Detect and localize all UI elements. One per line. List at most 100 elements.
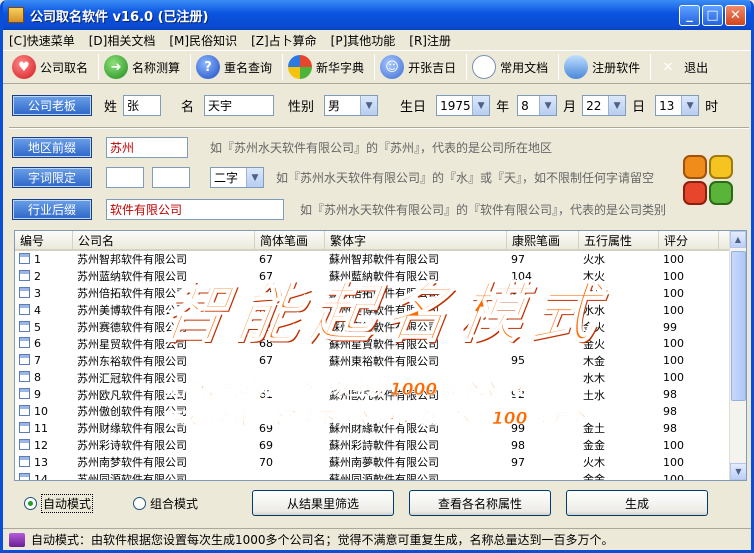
menu-folk[interactable]: [M]民俗知识 (169, 32, 237, 49)
table-row[interactable]: 6 苏州星贸软件有限公司 68 蘇州星貿軟件有限公司 金火 100 (15, 335, 746, 352)
titlebar[interactable]: 公司取名软件 v16.0 (已注册) _ □ ✕ (3, 0, 751, 30)
chevron-down-icon: ▼ (608, 96, 626, 115)
name-input[interactable]: 天宇 (204, 95, 275, 116)
limit-input-1[interactable] (106, 167, 144, 188)
radio-icon (133, 496, 147, 510)
hour-select[interactable]: 13 ▼ (655, 95, 700, 116)
table-row[interactable]: 3 苏州倍拓软件有限公司 67 蘇州倍拓軟件有限公司 93 水火 100 (15, 285, 746, 302)
chevron-down-icon: ▼ (246, 168, 263, 187)
check-attributes-button[interactable]: 查看各名称属性 (409, 490, 552, 516)
generate-button[interactable]: 生成 (566, 490, 709, 516)
heart-icon: ♥ (12, 55, 36, 79)
table-cell: 100 (663, 455, 684, 469)
table-row[interactable]: 5 苏州赛德软件有限公司 71 蘇州賽德軟件有限公司 金火 99 (15, 319, 746, 336)
table-cell: 69 (259, 438, 273, 452)
prefix-button[interactable]: 地区前缀 (12, 137, 92, 158)
table-cell: 苏州欧凡软件有限公司 (77, 388, 187, 402)
table-row[interactable]: 1 苏州智邦软件有限公司 67 蘇州智邦軟件有限公司 97 火水 100 (15, 251, 746, 268)
month-select[interactable]: 8 ▼ (517, 95, 558, 116)
char-count-select[interactable]: 二字 ▼ (210, 167, 264, 188)
prefix-input[interactable]: 苏州 (106, 137, 188, 158)
header-name[interactable]: 公司名 (73, 231, 255, 249)
table-cell: 木金 (583, 354, 605, 368)
table-cell: 69 (259, 303, 273, 317)
gender-select[interactable]: 男 ▼ (324, 95, 379, 116)
header-kangxi-strokes[interactable]: 康熙笔画 (507, 231, 579, 249)
year-select[interactable]: 1975 ▼ (436, 95, 491, 116)
header-score[interactable]: 评分 (659, 231, 719, 249)
table-cell: 水水 (583, 304, 605, 318)
header-id[interactable]: 编号 (15, 231, 73, 249)
tool-exit[interactable]: ✕ 退出 (653, 52, 714, 82)
app-icon (8, 7, 24, 23)
tool-register[interactable]: 注册软件 (561, 52, 646, 82)
tool-documents[interactable]: ≡ 常用文档 (469, 52, 554, 82)
table-cell: 蘇州美博軟件有限公司 (329, 304, 439, 318)
close-button[interactable]: ✕ (725, 4, 746, 26)
table-row[interactable]: 11 苏州财缘软件有限公司 69 蘇州財緣軟件有限公司 99 金土 98 (15, 420, 746, 437)
table-header: 编号 公司名 简体笔画 繁体字 康熙笔画 五行属性 评分 (15, 231, 746, 251)
table-cell: 11 (15, 421, 73, 435)
menu-docs[interactable]: [D]相关文档 (89, 32, 156, 49)
menu-quick[interactable]: [C]快速菜单 (9, 32, 75, 49)
table-cell: 100 (663, 303, 684, 317)
table-row[interactable]: 13 苏州南梦软件有限公司 70 蘇州南夢軟件有限公司 97 火木 100 (15, 454, 746, 471)
chevron-down-icon: ▼ (539, 96, 557, 115)
row-document-icon (19, 354, 30, 366)
suffix-input[interactable]: 软件有限公司 (106, 199, 284, 220)
tool-opening-day[interactable]: ☺ 开张吉日 (377, 52, 462, 82)
day-select[interactable]: 22 ▼ (582, 95, 627, 116)
row-document-icon (19, 303, 30, 315)
header-simplified-strokes[interactable]: 简体笔画 (255, 231, 325, 249)
suffix-button[interactable]: 行业后缀 (12, 199, 92, 220)
table-cell: 蘇州智邦軟件有限公司 (329, 253, 439, 267)
table-cell: 水火 (583, 287, 605, 301)
filter-button[interactable]: 从结果里筛选 (252, 490, 395, 516)
limit-input-2[interactable] (152, 167, 190, 188)
row-document-icon (19, 269, 30, 281)
header-elements[interactable]: 五行属性 (579, 231, 659, 249)
surname-input[interactable]: 张 (123, 95, 162, 116)
table-cell: 67 (259, 252, 273, 266)
suffix-row: 行业后缀 软件有限公司 如『苏州水天软件有限公司』的『软件有限公司』，代表的是公… (12, 199, 666, 220)
table-row[interactable]: 7 苏州东裕软件有限公司 67 蘇州東裕軟件有限公司 95 木金 100 (15, 352, 746, 369)
table-cell: 71 (259, 320, 273, 334)
maximize-button[interactable]: □ (702, 4, 723, 26)
vertical-scrollbar[interactable]: ▲ ▼ (729, 231, 746, 480)
table-row[interactable]: 9 苏州欧凡软件有限公司 61 蘇州歐凡軟件有限公司 92 土水 98 (15, 386, 746, 403)
table-cell: 61 (259, 388, 273, 402)
menu-other[interactable]: [P]其他功能 (331, 32, 396, 49)
prefix-row: 地区前缀 苏州 如『苏州水天软件有限公司』的『苏州』，代表的是公司所在地区 (12, 137, 552, 158)
auto-mode-radio[interactable]: 自动模式 (24, 493, 94, 513)
menu-divination[interactable]: [Z]占卜算命 (251, 32, 317, 49)
table-cell: 苏州财缘软件有限公司 (77, 422, 187, 436)
table-cell: 97 (511, 455, 525, 469)
table-row[interactable]: 14 苏州同源软件有限公司 蘇州同源軟件有限公司 金金 100 (15, 471, 746, 481)
tool-dictionary[interactable]: 新华字典 (285, 52, 370, 82)
boss-button[interactable]: 公司老板 (12, 95, 92, 116)
limit-button[interactable]: 字词限定 (12, 167, 92, 188)
tool-name-test[interactable]: ➜ 名称测算 (101, 52, 186, 82)
row-document-icon (19, 404, 30, 416)
table-row[interactable]: 2 苏州蓝纳软件有限公司 67 蘇州藍納軟件有限公司 104 木火 100 (15, 268, 746, 285)
row-document-icon (19, 320, 30, 332)
office-logo-icon (683, 155, 733, 205)
tool-duplicate-check[interactable]: ? 重名查询 (193, 52, 278, 82)
row-document-icon (19, 438, 30, 450)
table-cell: 100 (663, 472, 684, 481)
combo-mode-radio[interactable]: 组合模式 (133, 495, 198, 512)
scroll-thumb[interactable] (731, 251, 746, 401)
table-row[interactable]: 8 苏州汇冠软件有限公司 水木 100 (15, 369, 746, 386)
table-row[interactable]: 4 苏州美博软件有限公司 69 蘇州美博軟件有限公司 95 水水 100 (15, 302, 746, 319)
register-icon (564, 55, 589, 79)
table-cell: 蘇州賽德軟件有限公司 (329, 321, 439, 334)
tool-company-naming[interactable]: ♥ 公司取名 (9, 52, 94, 82)
minimize-button[interactable]: _ (679, 4, 700, 26)
header-traditional[interactable]: 繁体字 (325, 231, 507, 249)
table-row[interactable]: 12 苏州彩诗软件有限公司 69 蘇州彩詩軟件有限公司 98 金金 100 (15, 437, 746, 454)
table-cell: 104 (511, 269, 532, 283)
table-cell: 92 (511, 388, 525, 402)
table-row[interactable]: 10 苏州傲创软件有限公司 98 (15, 403, 746, 420)
menu-register[interactable]: [R]注册 (409, 32, 451, 49)
exit-icon: ✕ (662, 59, 674, 75)
